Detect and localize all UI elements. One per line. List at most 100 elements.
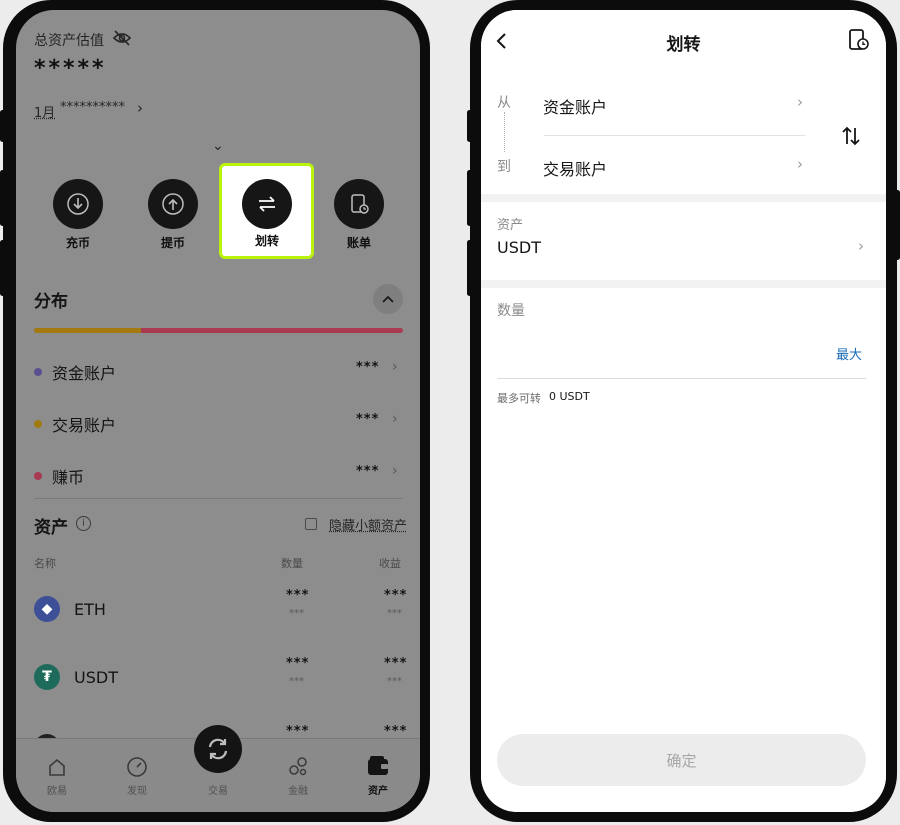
bill-button[interactable]: 账单 (334, 178, 384, 258)
nav-label: 金融 (288, 786, 308, 797)
transfer-icon (242, 179, 292, 229)
chevron-right-icon: › (392, 411, 398, 427)
phone-side-button (467, 170, 472, 226)
phone-side-button (0, 170, 5, 226)
hide-small-label[interactable]: 隐藏小额资产 (329, 515, 407, 534)
account-value: *** (356, 412, 380, 427)
chevron-right-icon: › (392, 359, 398, 375)
from-to-connector (504, 112, 505, 152)
download-icon (53, 179, 103, 229)
coin-profit-sub: *** (387, 676, 402, 687)
wallet-icon (368, 756, 388, 775)
total-assets-value: ***** (34, 56, 107, 81)
phone-side-button (895, 190, 900, 260)
phone-side-button (0, 240, 5, 296)
coin-quantity: *** (286, 588, 310, 603)
right-phone-frame: 划转 从 到 资金账户 › 交易账户 › 资产 USDT › 数量 最大 最多可… (467, 0, 900, 822)
coin-quantity: *** (286, 724, 310, 739)
page-title: 划转 (666, 35, 701, 55)
period-label[interactable]: 1月 (34, 102, 55, 121)
account-value: *** (356, 360, 380, 375)
column-name: 名称 (34, 557, 56, 570)
deposit-button[interactable]: 充币 (53, 178, 103, 258)
swap-accounts-icon[interactable] (840, 124, 862, 148)
amount-label: 数量 (497, 303, 525, 319)
distribution-bar (34, 328, 403, 333)
nav-item-assets[interactable]: 资产 (353, 749, 403, 799)
chevron-right-icon: › (858, 237, 864, 255)
asset-value: USDT (497, 238, 541, 257)
nav-item-discover[interactable]: 发现 (112, 749, 162, 799)
chevron-up-icon (382, 295, 394, 303)
coin-quantity: *** (286, 656, 310, 671)
coin-profit-sub: *** (387, 608, 402, 619)
hide-small-checkbox[interactable] (305, 518, 317, 530)
eth-icon: ◆ (34, 596, 60, 622)
column-quantity: 数量 (281, 557, 303, 570)
distribution-title: 分布 (34, 292, 68, 312)
history-icon[interactable] (848, 28, 870, 52)
eye-hidden-icon[interactable] (112, 30, 132, 46)
from-account-selector[interactable]: 资金账户 › (543, 80, 808, 126)
phone-side-button (467, 240, 472, 296)
amount-card: 数量 最大 最多可转 0 USDT 确定 (481, 288, 886, 812)
usdt-icon: ₮ (34, 664, 60, 690)
asset-label: 资产 (497, 218, 524, 233)
chevron-right-icon: › (797, 155, 803, 173)
amount-input[interactable] (497, 338, 817, 364)
transfer-button-highlighted[interactable]: 划转 (219, 163, 314, 259)
withdraw-button[interactable]: 提币 (148, 178, 198, 258)
chevron-right-icon: › (797, 93, 803, 111)
withdraw-label: 提币 (160, 236, 185, 250)
phone-side-button (467, 110, 472, 142)
coin-symbol: USDT (74, 668, 118, 687)
legend-dot (34, 472, 42, 480)
max-button[interactable]: 最大 (836, 344, 862, 363)
account-row-trading[interactable]: 交易账户 *** › (16, 398, 420, 448)
confirm-label: 确定 (666, 751, 697, 770)
trade-icon (194, 725, 242, 773)
amount-underline (497, 378, 866, 379)
from-label: 从 (497, 95, 511, 111)
info-icon[interactable]: i (76, 516, 91, 531)
to-account-selector[interactable]: 交易账户 › (543, 142, 808, 188)
legend-dot (34, 368, 42, 376)
chevron-down-icon[interactable]: ⌄ (212, 138, 224, 154)
column-profit: 收益 (379, 557, 401, 570)
finance-icon (289, 757, 307, 776)
to-label: 到 (497, 159, 511, 175)
to-account-name: 交易账户 (543, 160, 608, 179)
account-name: 资金账户 (52, 364, 117, 383)
coin-quantity-sub: *** (289, 608, 304, 619)
legend-dot (34, 420, 42, 428)
coin-profit: *** (384, 724, 408, 739)
account-row-funding[interactable]: 资金账户 *** › (16, 346, 420, 396)
from-account-name: 资金账户 (543, 98, 608, 117)
left-phone-frame: 总资产估值 ***** 1月 ********** › ⌄ 充币 提币 划转 账… (0, 0, 430, 822)
confirm-button[interactable]: 确定 (497, 734, 866, 786)
upload-icon (148, 179, 198, 229)
bill-label: 账单 (346, 236, 371, 250)
collapse-button[interactable] (373, 284, 403, 314)
account-row-earn[interactable]: 赚币 *** › (16, 450, 420, 500)
chevron-right-icon[interactable]: › (137, 99, 143, 117)
available-value: 0 USDT (549, 390, 590, 403)
header-bar: 划转 (481, 10, 886, 66)
left-screen: 总资产估值 ***** 1月 ********** › ⌄ 充币 提币 划转 账… (16, 10, 420, 812)
bottom-nav: 欧易 发现 交易 金融 资产 (16, 725, 420, 812)
period-value: ********** (60, 100, 125, 115)
coin-row-usdt[interactable]: ₮ USDT *** *** *** *** (16, 656, 420, 712)
coin-profit: *** (384, 656, 408, 671)
coin-row-eth[interactable]: ◆ ETH *** *** *** *** (16, 588, 420, 644)
divider (34, 498, 403, 499)
discover-icon (127, 757, 147, 777)
divider (544, 135, 805, 136)
account-value: *** (356, 464, 380, 479)
coin-quantity-sub: *** (289, 676, 304, 687)
nav-label: 资产 (368, 786, 388, 797)
nav-label: 发现 (127, 786, 147, 797)
asset-selector[interactable]: 资产 USDT › (481, 202, 886, 280)
nav-item-home[interactable]: 欧易 (32, 749, 82, 799)
nav-item-finance[interactable]: 金融 (273, 749, 323, 799)
nav-item-trade[interactable]: 交易 (193, 725, 243, 799)
